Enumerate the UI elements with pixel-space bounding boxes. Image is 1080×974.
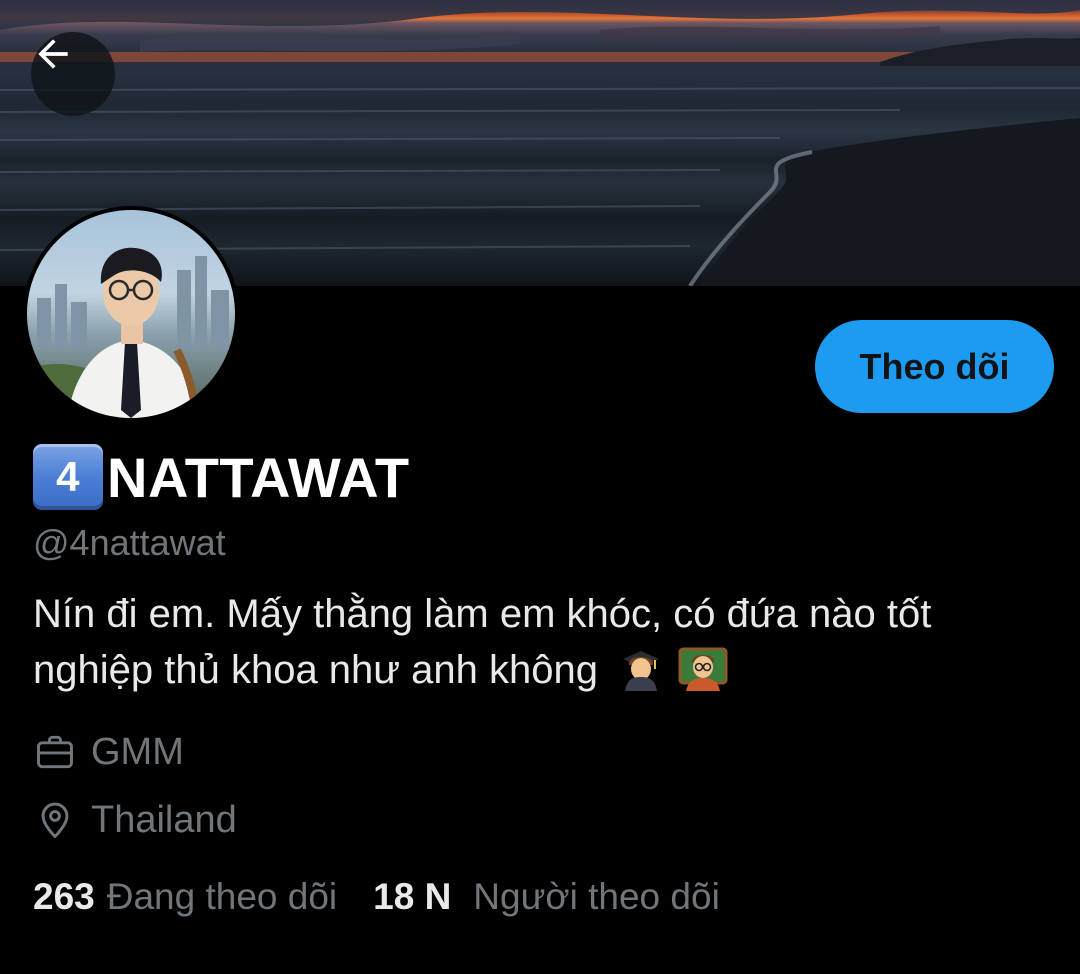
graduate-emoji (619, 647, 663, 706)
follow-button[interactable]: Theo dõi (815, 320, 1054, 413)
avatar[interactable] (23, 206, 239, 422)
bio: Nín đi em. Mấy thằng làm em khóc, có đứa… (33, 586, 1043, 706)
followers-link[interactable]: 18 N Người theo dõi (373, 876, 756, 918)
display-name: 4 NATTAWAT (33, 444, 410, 510)
keycap-emoji: 4 (33, 444, 103, 510)
bio-text: Nín đi em. Mấy thằng làm em khóc, có đứa… (33, 592, 932, 692)
arrow-left-icon (38, 39, 68, 69)
profile-work: GMM (33, 730, 184, 774)
location-pin-icon (33, 798, 77, 842)
following-label: Đang theo dõi (106, 876, 338, 917)
avatar-image (27, 210, 235, 418)
back-button[interactable] (31, 32, 115, 116)
profile-location-text: Thailand (91, 798, 237, 841)
following-link[interactable]: 263 Đang theo dõi (33, 876, 373, 918)
following-count: 263 (33, 876, 95, 917)
avatar-illustration (27, 247, 229, 418)
profile-work-text: GMM (91, 730, 184, 773)
profile-page: Theo dõi 4 NATTAWAT @4nattawat Nín đi em… (0, 0, 1080, 974)
briefcase-icon (33, 730, 77, 774)
profile-location: Thailand (33, 798, 237, 842)
followers-label: Người theo dõi (473, 876, 720, 917)
followers-count: 18 N (373, 876, 452, 917)
user-handle: @4nattawat (33, 522, 226, 563)
follow-stats: 263 Đang theo dõi 18 N Người theo dõi (33, 876, 756, 918)
display-name-text: NATTAWAT (107, 445, 410, 509)
teacher-emoji (678, 647, 728, 706)
